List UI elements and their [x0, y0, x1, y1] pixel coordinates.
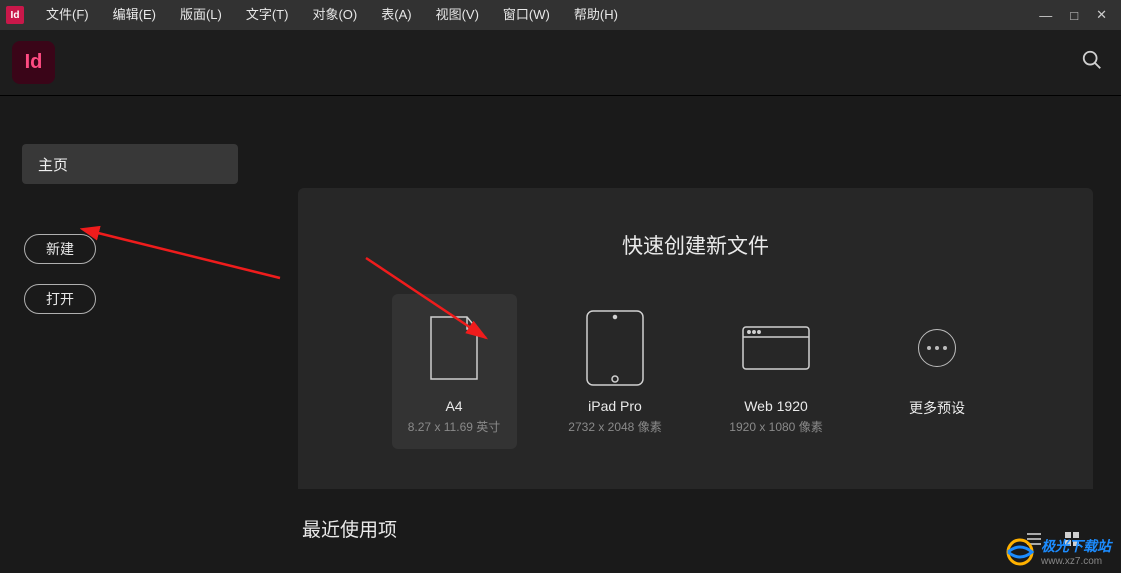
preset-dim: 2732 x 2048 像素: [568, 418, 661, 435]
browser-icon: [741, 304, 811, 392]
preset-dim: 1920 x 1080 像素: [729, 418, 822, 435]
search-icon[interactable]: [1081, 49, 1103, 76]
watermark-text: 极光下载站: [1041, 536, 1111, 556]
menu-layout[interactable]: 版面(L): [168, 0, 234, 30]
minimize-button[interactable]: —: [1039, 8, 1052, 23]
menu-text[interactable]: 文字(T): [234, 0, 301, 30]
window-controls: — □ ✕: [1039, 0, 1121, 30]
content: 主页 新建 打开 快速创建新文件 A4: [0, 96, 1121, 573]
globe-icon: [1005, 537, 1035, 567]
menu-view[interactable]: 视图(V): [424, 0, 491, 30]
close-button[interactable]: ✕: [1096, 7, 1107, 23]
preset-web-1920[interactable]: Web 1920 1920 x 1080 像素: [714, 294, 839, 449]
menubar: Id 文件(F) 编辑(E) 版面(L) 文字(T) 对象(O) 表(A) 视图…: [0, 0, 1121, 30]
menu-object[interactable]: 对象(O): [300, 0, 369, 30]
preset-name: A4: [445, 398, 462, 414]
open-button[interactable]: 打开: [24, 284, 96, 314]
menu-file[interactable]: 文件(F): [34, 0, 101, 30]
menu-help[interactable]: 帮助(H): [562, 0, 630, 30]
tablet-icon: [585, 304, 645, 392]
menu-table[interactable]: 表(A): [369, 0, 423, 30]
preset-ipad-pro[interactable]: iPad Pro 2732 x 2048 像素: [553, 294, 678, 449]
quick-create-panel: 快速创建新文件 A4 8.27 x 11.69 英寸: [298, 188, 1093, 489]
app-badge-icon: Id: [6, 6, 24, 24]
new-button-label: 新建: [46, 239, 74, 259]
preset-name: 更多预设: [909, 398, 965, 418]
menu-edit[interactable]: 编辑(E): [101, 0, 168, 30]
preset-a4[interactable]: A4 8.27 x 11.69 英寸: [392, 294, 517, 449]
home-tab[interactable]: 主页: [22, 144, 238, 184]
more-icon: [918, 304, 956, 392]
preset-more[interactable]: 更多预设: [875, 294, 1000, 449]
menu-window[interactable]: 窗口(W): [491, 0, 562, 30]
home-tab-label: 主页: [38, 154, 68, 175]
app-logo-icon: Id: [12, 41, 55, 84]
sidebar: 主页 新建 打开: [0, 96, 250, 573]
watermark-url: www.xz7.com: [1041, 556, 1111, 567]
new-button[interactable]: 新建: [24, 234, 96, 264]
preset-name: Web 1920: [744, 398, 808, 414]
main-area: 快速创建新文件 A4 8.27 x 11.69 英寸: [250, 96, 1121, 573]
watermark: 极光下载站 www.xz7.com: [1005, 536, 1111, 567]
recent-title: 最近使用项: [302, 515, 1121, 542]
topbar: Id: [0, 30, 1121, 96]
page-icon: [429, 304, 479, 392]
preset-name: iPad Pro: [588, 398, 642, 414]
maximize-button[interactable]: □: [1070, 8, 1078, 23]
open-button-label: 打开: [46, 289, 74, 309]
panel-title: 快速创建新文件: [298, 230, 1093, 260]
preset-dim: 8.27 x 11.69 英寸: [408, 418, 501, 435]
preset-row: A4 8.27 x 11.69 英寸 iPad Pro 2732 x 2048 …: [298, 294, 1093, 449]
